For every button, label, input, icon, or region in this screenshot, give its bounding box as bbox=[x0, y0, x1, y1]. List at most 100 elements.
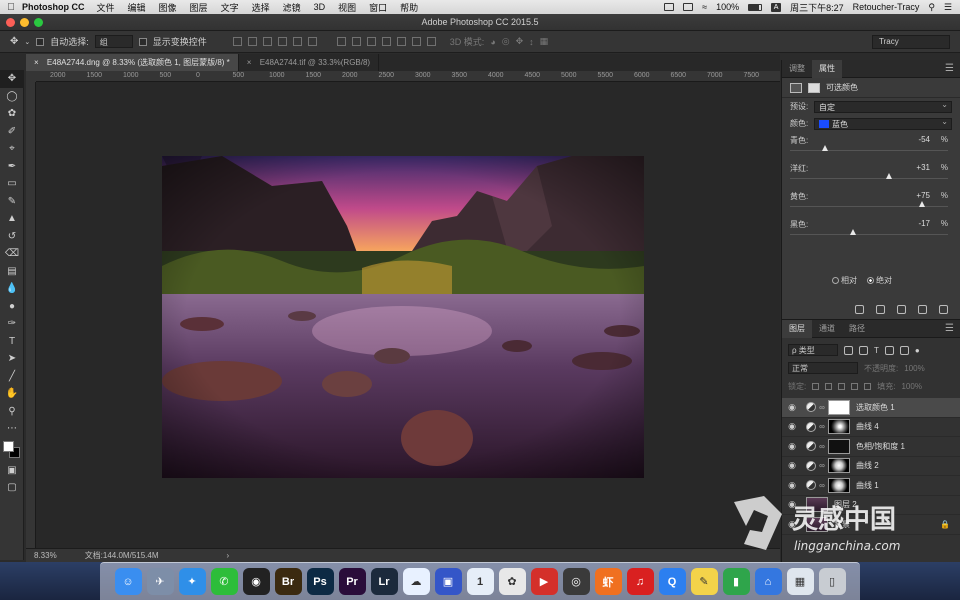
document-size[interactable]: 文档:144.0M/515.4M bbox=[85, 550, 159, 561]
visibility-eye-icon[interactable]: ◉ bbox=[782, 402, 802, 413]
screen-icon[interactable] bbox=[664, 3, 675, 11]
slider-track[interactable] bbox=[790, 150, 948, 151]
3d-pan-icon[interactable]: ✥ bbox=[516, 36, 524, 47]
menu-filter[interactable]: 滤镜 bbox=[283, 1, 301, 14]
user-name[interactable]: Retoucher-Tracy bbox=[853, 2, 920, 12]
photoshop-icon[interactable]: Ps bbox=[306, 568, 334, 595]
numbers-icon[interactable]: ▮ bbox=[722, 568, 750, 595]
safari-icon[interactable]: ✦ bbox=[178, 568, 206, 595]
ruler-corner[interactable] bbox=[26, 71, 36, 82]
align-top-icon[interactable] bbox=[232, 37, 242, 46]
list-icon[interactable]: ☰ bbox=[944, 2, 952, 13]
lock-position-icon[interactable] bbox=[838, 382, 846, 390]
visibility-eye-icon[interactable]: ◉ bbox=[782, 519, 802, 530]
auto-select-dropdown[interactable]: 组 bbox=[94, 35, 133, 48]
slider-value[interactable]: -17 bbox=[918, 219, 930, 228]
quick-select-tool-icon[interactable]: ✐ bbox=[0, 123, 24, 141]
qq-browser-icon[interactable]: Q bbox=[658, 568, 686, 595]
visibility-icon[interactable] bbox=[918, 305, 927, 314]
tab-paths[interactable]: 路径 bbox=[842, 320, 872, 338]
trash-icon[interactable]: ▯ bbox=[818, 568, 846, 595]
menu-edit[interactable]: 编辑 bbox=[128, 1, 146, 14]
menu-image[interactable]: 图像 bbox=[159, 1, 177, 14]
visibility-eye-icon[interactable]: ◉ bbox=[782, 460, 802, 471]
slider-value[interactable]: -54 bbox=[918, 135, 930, 144]
3d-scale-icon[interactable]: ▦ bbox=[540, 36, 549, 47]
align-hcenter-icon[interactable] bbox=[292, 37, 302, 46]
history-brush-tool-icon[interactable]: ↺ bbox=[0, 228, 24, 246]
close-tab-icon[interactable]: × bbox=[247, 58, 252, 67]
reset-icon[interactable] bbox=[897, 305, 906, 314]
tab-adjustments[interactable]: 调整 bbox=[782, 60, 812, 78]
auto-select-checkbox[interactable] bbox=[36, 37, 45, 46]
layer-name[interactable]: 选取颜色 1 bbox=[856, 402, 895, 413]
layer-row[interactable]: ◉ 背景 🔒 bbox=[782, 515, 960, 535]
layer-name[interactable]: 曲线 1 bbox=[856, 480, 879, 491]
chain-link-icon[interactable]: ∞ bbox=[818, 461, 826, 470]
3d-slide-icon[interactable]: ↕ bbox=[529, 37, 534, 47]
screen-recorder-icon[interactable]: ▣ bbox=[434, 568, 462, 595]
visibility-eye-icon[interactable]: ◉ bbox=[782, 499, 802, 510]
wifi-icon[interactable]: ≈ bbox=[702, 2, 707, 12]
mask-icon[interactable] bbox=[808, 82, 820, 93]
layer-thumbnail[interactable] bbox=[806, 497, 828, 513]
distribute-hcenter-icon[interactable] bbox=[396, 37, 406, 46]
move-tool-icon[interactable]: ✥ bbox=[0, 70, 24, 88]
slider-thumb[interactable] bbox=[821, 145, 828, 151]
lock-all-icon[interactable] bbox=[864, 382, 872, 390]
blend-mode-dropdown[interactable]: 正常 bbox=[788, 362, 858, 374]
davinci-icon[interactable]: ✿ bbox=[498, 568, 526, 595]
layer-row[interactable]: ◉ ∞ 曲线 1 bbox=[782, 476, 960, 496]
panel-menu-icon[interactable]: ☰ bbox=[945, 63, 954, 74]
horizontal-ruler[interactable]: 2000 1500 1000 500 0 500 1000 1500 2000 2500 3000 3… bbox=[36, 71, 780, 82]
document-tab-tif[interactable]: × E48A2744.tif @ 33.3%(RGB/8) bbox=[239, 54, 380, 71]
filter-smart-icon[interactable] bbox=[899, 345, 909, 355]
lightroom-icon[interactable]: Lr bbox=[370, 568, 398, 595]
clip-to-layer-icon[interactable] bbox=[855, 305, 864, 314]
chain-link-icon[interactable]: ∞ bbox=[818, 403, 826, 412]
chain-link-icon[interactable]: ∞ bbox=[818, 442, 826, 451]
slider-thumb[interactable] bbox=[849, 229, 856, 235]
layer-row[interactable]: ◉ ∞ 色相/饱和度 1 bbox=[782, 437, 960, 457]
launchpad-icon[interactable]: ✈ bbox=[146, 568, 174, 595]
chevron-down-icon[interactable]: ⌄ bbox=[24, 38, 30, 46]
type-tool-icon[interactable]: T bbox=[0, 333, 24, 351]
align-vcenter-icon[interactable] bbox=[247, 37, 257, 46]
view-previous-icon[interactable] bbox=[876, 305, 885, 314]
wechat-icon[interactable]: ✆ bbox=[210, 568, 238, 595]
slider-value[interactable]: +31 bbox=[916, 163, 930, 172]
baidu-cloud-icon[interactable]: ☁ bbox=[402, 568, 430, 595]
lock-artboard-icon[interactable] bbox=[851, 382, 859, 390]
layer-name[interactable]: 图层 2 bbox=[834, 499, 857, 510]
3d-orbit-icon[interactable]: ◕ bbox=[490, 37, 495, 47]
landscape-photo[interactable] bbox=[162, 156, 644, 478]
panel-menu-icon[interactable]: ☰ bbox=[945, 323, 954, 334]
pen-tool-icon[interactable]: ✑ bbox=[0, 315, 24, 333]
gradient-tool-icon[interactable]: ▤ bbox=[0, 263, 24, 281]
bridge-icon[interactable]: Br bbox=[274, 568, 302, 595]
zoom-tool-icon[interactable]: ⚲ bbox=[0, 403, 24, 421]
healing-brush-tool-icon[interactable]: ▭ bbox=[0, 175, 24, 193]
hand-tool-icon[interactable]: ✋ bbox=[0, 385, 24, 403]
menu-3d[interactable]: 3D bbox=[314, 2, 326, 12]
menu-help[interactable]: 帮助 bbox=[400, 1, 418, 14]
zoom-level[interactable]: 8.33% bbox=[34, 551, 57, 560]
filter-shape-icon[interactable] bbox=[884, 345, 894, 355]
video-player-icon[interactable]: ▶ bbox=[530, 568, 558, 595]
layer-mask-thumbnail[interactable] bbox=[828, 399, 850, 415]
zoom-window-button[interactable] bbox=[34, 18, 43, 27]
filter-adjustment-icon[interactable] bbox=[859, 345, 868, 355]
close-tab-icon[interactable]: × bbox=[34, 58, 39, 67]
colors-dropdown[interactable]: 蓝色 bbox=[814, 116, 952, 130]
more-tools-icon[interactable]: ⋯ bbox=[0, 420, 24, 438]
lock-pixels-icon[interactable] bbox=[825, 382, 833, 390]
eraser-tool-icon[interactable]: ⌫ bbox=[0, 245, 24, 263]
line-tool-icon[interactable]: ╱ bbox=[0, 368, 24, 386]
visibility-eye-icon[interactable]: ◉ bbox=[782, 480, 802, 491]
brush-tool-icon[interactable]: ✎ bbox=[0, 193, 24, 211]
preset-dropdown[interactable]: 自定 bbox=[814, 99, 952, 113]
radio-relative[interactable] bbox=[832, 277, 839, 284]
slider-value[interactable]: +75 bbox=[916, 191, 930, 200]
layer-name[interactable]: 曲线 4 bbox=[856, 421, 879, 432]
filter-toggle-icon[interactable]: ● bbox=[915, 346, 920, 355]
